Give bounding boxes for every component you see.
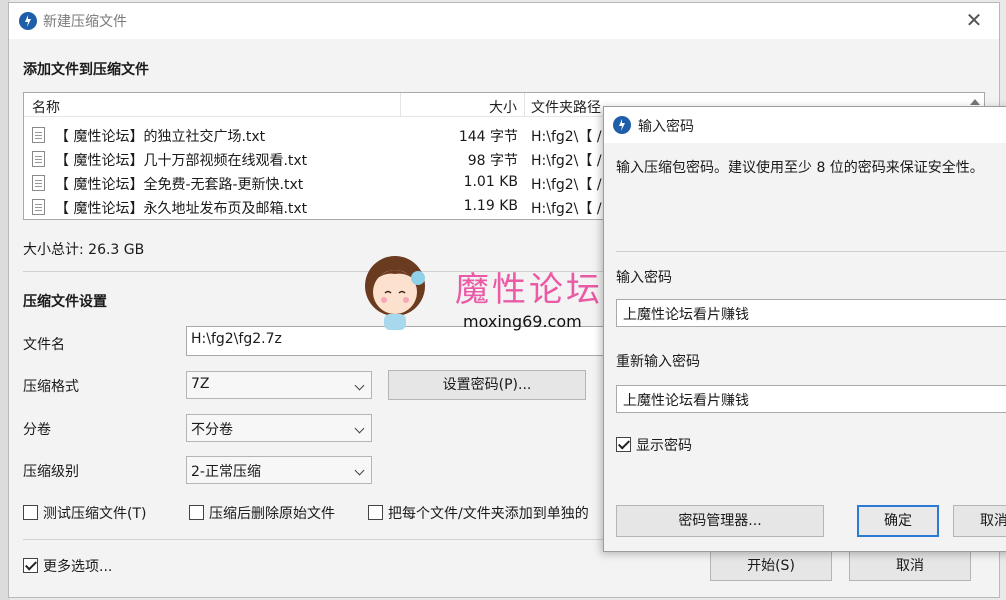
column-name[interactable]: 名称 [32,97,60,117]
chevron-down-icon [354,465,365,476]
password-dialog-title: 输入密码 [638,119,694,135]
text-file-icon [32,127,45,143]
more-options-label[interactable]: 更多选项... [43,556,112,576]
watermark-text: 魔性论坛 [455,270,603,310]
text-file-icon [32,199,45,215]
set-password-button[interactable]: 设置密码(P)... [388,370,586,400]
close-icon[interactable]: ✕ [963,9,985,31]
cancel-button[interactable]: 取消 [849,551,971,581]
password-dialog: 输入密码 输入压缩包密码。建议使用至少 8 位的密码来保证安全性。 输入密码 上… [603,106,1006,552]
format-select[interactable]: 7Z [186,371,372,399]
split-value: 不分卷 [191,422,233,438]
text-file-icon [32,151,45,167]
mascot-girl-icon [365,256,425,330]
file-size: 1.01 KB [463,174,518,190]
file-path: H:\fg2\【 / [531,129,602,145]
column-divider[interactable] [524,93,525,117]
app-logo-icon [19,12,37,30]
chevron-down-icon [354,380,365,391]
file-size: 144 字节 [458,129,518,145]
more-options-checkbox[interactable] [23,558,38,573]
split-label: 分卷 [23,422,51,438]
password-description: 输入压缩包密码。建议使用至少 8 位的密码来保证安全性。 [616,160,984,176]
column-size[interactable]: 大小 [489,97,517,117]
split-select[interactable]: 不分卷 [186,414,372,442]
format-value: 7Z [191,376,210,392]
app-logo-icon [613,116,631,134]
enter-password-label: 输入密码 [616,270,672,286]
show-password-checkbox[interactable] [616,437,631,452]
file-name: 【 魔性论坛】永久地址发布页及邮箱.txt [55,201,308,217]
filename-label: 文件名 [23,337,65,353]
file-name: 【 魔性论坛】的独立社交广场.txt [55,129,266,145]
file-size: 98 字节 [467,153,518,169]
file-name: 【 魔性论坛】全免费-无套路-更新快.txt [55,177,304,193]
column-folder[interactable]: 文件夹路径 [531,97,601,117]
password-title-bar[interactable]: 输入密码 [604,107,1006,143]
password-input[interactable]: 上魔性论坛看片赚钱 [616,299,1006,327]
reenter-password-label: 重新输入密码 [616,354,700,370]
divider [616,251,1006,252]
file-path: H:\fg2\【 / [531,153,602,169]
settings-heading: 压缩文件设置 [23,294,107,310]
add-files-heading: 添加文件到压缩文件 [23,62,149,78]
file-name: 【 魔性论坛】几十万部视频在线观看.txt [55,153,308,169]
level-value: 2-正常压缩 [191,464,261,480]
column-divider[interactable] [400,93,401,117]
reenter-password-input[interactable]: 上魔性论坛看片赚钱 [616,385,1006,413]
test-archive-checkbox[interactable] [23,505,38,520]
delete-after-checkbox[interactable] [189,505,204,520]
level-label: 压缩级别 [23,464,79,480]
password-cancel-button[interactable]: 取消 [953,505,1006,537]
show-password-label[interactable]: 显示密码 [636,435,692,455]
scroll-up-icon[interactable] [970,99,980,105]
password-manager-button[interactable]: 密码管理器... [616,505,824,537]
separate-archives-label[interactable]: 把每个文件/文件夹添加到单独的 [388,503,589,523]
test-archive-label[interactable]: 测试压缩文件(T) [43,503,146,523]
format-label: 压缩格式 [23,379,79,395]
title-bar[interactable]: 新建压缩文件 ✕ [9,3,999,39]
chevron-down-icon [354,423,365,434]
ok-button[interactable]: 确定 [857,505,939,537]
window-title: 新建压缩文件 [43,14,127,30]
delete-after-label[interactable]: 压缩后删除原始文件 [209,503,335,523]
file-size: 1.19 KB [463,198,518,214]
file-path: H:\fg2\【 / [531,201,602,217]
watermark-url: moxing69.com [463,312,582,331]
separate-archives-checkbox[interactable] [368,505,383,520]
total-size: 大小总计: 26.3 GB [23,242,145,258]
text-file-icon [32,175,45,191]
level-select[interactable]: 2-正常压缩 [186,456,372,484]
file-path: H:\fg2\【 / [531,177,602,193]
start-button[interactable]: 开始(S) [710,551,832,581]
